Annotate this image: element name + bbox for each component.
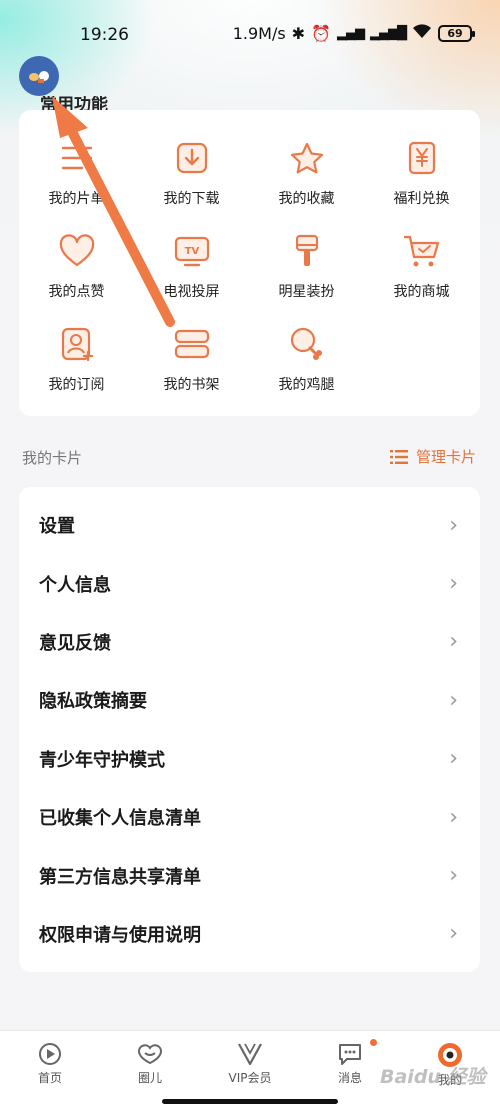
nav-label: 消息 bbox=[337, 1071, 362, 1085]
func-benefit-exchange[interactable]: 福利兑换 bbox=[364, 138, 479, 231]
notification-dot bbox=[370, 1039, 377, 1046]
cart-icon bbox=[402, 231, 442, 271]
menu-label: 意见反馈 bbox=[39, 632, 111, 654]
func-my-favorites[interactable]: 我的收藏 bbox=[249, 138, 364, 231]
func-my-playlist[interactable]: 我的片单 bbox=[19, 138, 134, 231]
home-indicator bbox=[162, 1099, 338, 1104]
chevron-right-icon: › bbox=[449, 571, 458, 597]
status-icons: 1.9M/s ✱ ⏰ ▂▄▆ ▂▄▆█ 69 bbox=[232, 24, 475, 43]
watermark-text: Baidu 经验 bbox=[380, 1066, 486, 1088]
chevron-right-icon: › bbox=[449, 863, 458, 889]
subscribe-icon bbox=[57, 324, 97, 364]
menu-row-personal-info[interactable]: 个人信息 › bbox=[19, 554, 480, 612]
menu-row-collected-info-list[interactable]: 已收集个人信息清单 › bbox=[19, 788, 480, 846]
menu-label: 隐私政策摘要 bbox=[39, 691, 147, 713]
message-icon bbox=[339, 1044, 361, 1065]
func-label: 我的订阅 bbox=[48, 377, 105, 393]
chevron-right-icon: › bbox=[449, 804, 458, 830]
my-cards-title: 我的卡片 bbox=[22, 449, 83, 467]
nav-label: VIP会员 bbox=[228, 1071, 272, 1085]
func-my-bookshelf[interactable]: 我的书架 bbox=[134, 324, 249, 417]
func-label: 我的点赞 bbox=[48, 284, 105, 300]
nav-label: 首页 bbox=[37, 1071, 62, 1085]
func-label: 电视投屏 bbox=[163, 284, 220, 300]
svg-text:TV: TV bbox=[184, 246, 199, 257]
vip-icon bbox=[238, 1043, 262, 1066]
status-time: 19:26 bbox=[80, 25, 129, 45]
func-tv-cast[interactable]: TV 电视投屏 bbox=[134, 231, 249, 324]
tv-icon: TV bbox=[172, 231, 212, 271]
func-star-dressup[interactable]: 明星装扮 bbox=[249, 231, 364, 324]
settings-menu-card: 设置 › 个人信息 › 意见反馈 › 隐私政策摘要 › 青少年守护模式 › 已收集个人信息… bbox=[19, 487, 480, 972]
menu-label: 青少年守护模式 bbox=[39, 749, 165, 771]
circle-icon bbox=[137, 1044, 163, 1065]
menu-label: 权限申请与使用说明 bbox=[39, 924, 201, 946]
list-icon bbox=[57, 138, 97, 178]
chevron-right-icon: › bbox=[449, 629, 458, 655]
alarm-icon: ⏰ bbox=[311, 24, 331, 43]
chevron-right-icon: › bbox=[449, 746, 458, 772]
func-my-mall[interactable]: 我的商城 bbox=[364, 231, 479, 324]
list-manage-icon bbox=[389, 449, 408, 464]
yen-icon bbox=[402, 138, 442, 178]
wifi-icon bbox=[412, 24, 432, 43]
chevron-right-icon: › bbox=[449, 687, 458, 713]
manage-cards-label: 管理卡片 bbox=[415, 448, 476, 466]
func-label: 我的商城 bbox=[393, 284, 450, 300]
status-bar: 19:26 1.9M/s ✱ ⏰ ▂▄▆ ▂▄▆█ 69 bbox=[0, 0, 500, 70]
my-cards-header: 我的卡片 管理卡片 bbox=[22, 445, 478, 469]
func-label: 我的鸡腿 bbox=[278, 377, 335, 393]
battery-level: 69 bbox=[447, 27, 463, 40]
chevron-right-icon: › bbox=[449, 921, 458, 947]
func-my-likes[interactable]: 我的点赞 bbox=[19, 231, 134, 324]
menu-row-settings[interactable]: 设置 › bbox=[19, 496, 480, 554]
chevron-right-icon: › bbox=[449, 512, 458, 538]
section-title-text: 常用功能 bbox=[40, 96, 108, 111]
func-my-drumsticks[interactable]: 我的鸡腿 bbox=[249, 324, 364, 417]
bluetooth-icon: ✱ bbox=[291, 24, 306, 43]
star-icon bbox=[287, 138, 327, 178]
function-grid: 我的片单 我的下载 我的收藏 福利兑换 我的点赞 TV 电视投屏 明星装扮 我的… bbox=[19, 138, 480, 417]
section-title: 常用功能 bbox=[40, 96, 108, 111]
menu-row-permissions[interactable]: 权限申请与使用说明 › bbox=[19, 905, 480, 963]
manage-cards-button[interactable]: 管理卡片 bbox=[389, 446, 476, 467]
menu-row-privacy-summary[interactable]: 隐私政策摘要 › bbox=[19, 671, 480, 729]
func-label: 我的收藏 bbox=[278, 191, 335, 207]
drumstick-icon bbox=[287, 324, 327, 364]
func-label: 福利兑换 bbox=[393, 191, 450, 207]
menu-label: 设置 bbox=[39, 516, 75, 538]
menu-label: 第三方信息共享清单 bbox=[39, 866, 201, 888]
nav-home[interactable]: 首页 bbox=[0, 1031, 100, 1111]
func-label: 我的下载 bbox=[163, 191, 220, 207]
func-label: 我的片单 bbox=[48, 191, 105, 207]
signal-2-icon: ▂▄▆█ bbox=[370, 26, 407, 41]
menu-row-third-party-sharing[interactable]: 第三方信息共享清单 › bbox=[19, 846, 480, 904]
network-speed: 1.9M/s bbox=[232, 24, 286, 43]
heart-icon bbox=[57, 231, 97, 271]
func-my-download[interactable]: 我的下载 bbox=[134, 138, 249, 231]
signal-icon: ▂▄▆ bbox=[337, 26, 365, 41]
nav-label: 圈儿 bbox=[137, 1071, 162, 1085]
func-label: 明星装扮 bbox=[278, 284, 335, 300]
func-my-subscriptions[interactable]: 我的订阅 bbox=[19, 324, 134, 417]
menu-label: 已收集个人信息清单 bbox=[39, 808, 201, 830]
func-label: 我的书架 bbox=[163, 377, 220, 393]
battery-icon: 69 bbox=[438, 25, 475, 42]
home-play-icon bbox=[39, 1043, 61, 1065]
menu-row-teen-mode[interactable]: 青少年守护模式 › bbox=[19, 730, 480, 788]
download-icon bbox=[172, 138, 212, 178]
books-icon bbox=[172, 324, 212, 364]
brush-icon bbox=[287, 231, 327, 271]
user-avatar[interactable] bbox=[19, 56, 59, 96]
menu-row-feedback[interactable]: 意见反馈 › bbox=[19, 613, 480, 671]
menu-label: 个人信息 bbox=[39, 574, 111, 596]
avatar-image-icon bbox=[29, 71, 49, 83]
